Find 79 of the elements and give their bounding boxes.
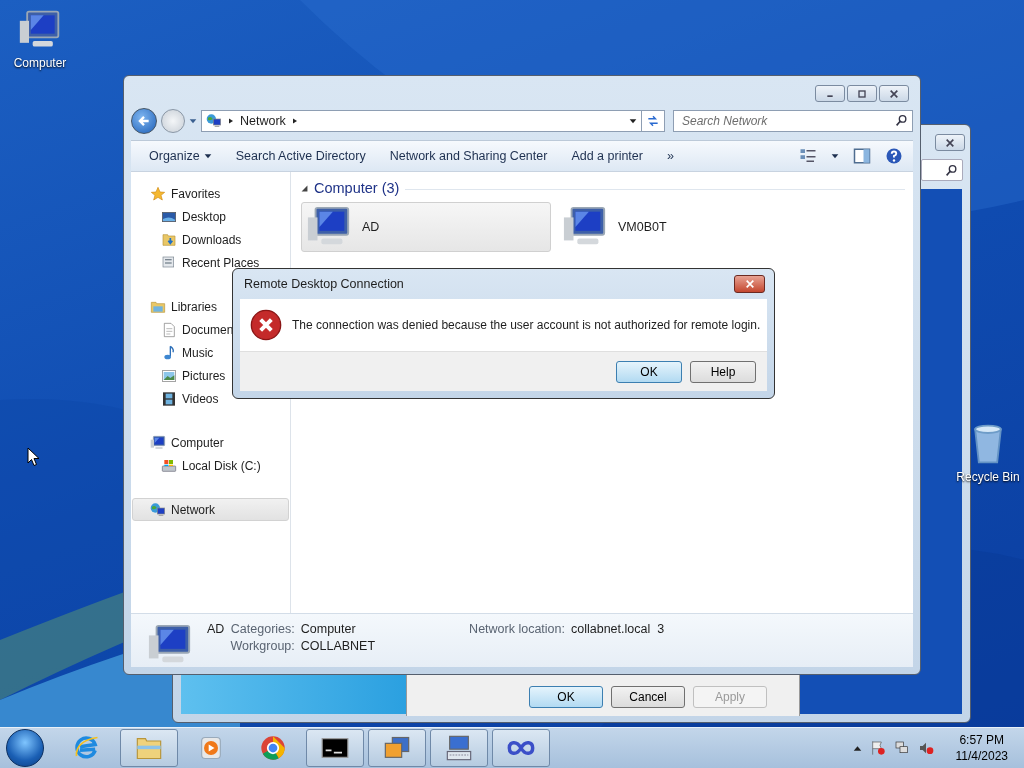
refresh-button[interactable] <box>641 110 665 132</box>
dialog-button[interactable]: OK <box>616 360 682 383</box>
pictures-icon <box>161 367 177 384</box>
taskbar-app[interactable] <box>306 729 364 767</box>
show-hidden-icon <box>852 743 862 753</box>
field-value: Computer <box>300 622 357 636</box>
restore-icon <box>857 89 867 98</box>
computer-tile[interactable]: AD <box>301 202 551 252</box>
chevron-icon <box>228 117 234 125</box>
network-icon <box>206 113 222 129</box>
caret-icon <box>203 152 212 160</box>
nav-item[interactable]: Favorites <box>132 182 289 205</box>
view-options-icon <box>799 147 817 165</box>
start-button[interactable] <box>6 729 44 767</box>
computer-icon <box>150 434 166 451</box>
dialog-button[interactable]: Cancel <box>611 686 685 708</box>
desktop-icon-label[interactable]: Computer <box>13 56 67 70</box>
network-icon <box>150 501 166 518</box>
maximize-button[interactable] <box>847 85 877 102</box>
recent-places-icon <box>161 254 177 271</box>
close-icon <box>888 88 900 99</box>
close-icon <box>944 137 956 148</box>
search-field[interactable] <box>921 159 963 181</box>
network-status-icon <box>893 740 910 756</box>
nav-item[interactable]: Recent Places <box>132 251 289 274</box>
clock-time[interactable]: 6:57 PM <box>959 732 1005 748</box>
toolbar-button[interactable]: » <box>660 146 680 166</box>
caret-icon <box>831 152 839 160</box>
field-label: Workgroup: <box>230 639 295 653</box>
arrow-left-icon <box>137 114 151 128</box>
error-message: The connection was denied because the user account is not authorized for remote login. <box>292 318 761 332</box>
error-icon <box>250 309 282 341</box>
toolbar-button[interactable]: Search Active Directory <box>229 146 372 166</box>
item-name: AD <box>207 622 225 636</box>
minimize-button[interactable] <box>815 85 845 102</box>
nav-item[interactable]: Computer <box>132 431 289 454</box>
flag-icon <box>869 740 886 756</box>
breadcrumb[interactable]: Network <box>240 114 286 128</box>
monitor-keyboard-icon <box>445 734 473 762</box>
nav-item[interactable]: Local Disk (C:) <box>132 454 289 477</box>
close-button[interactable] <box>734 275 765 293</box>
group-header[interactable]: Computer (3) <box>314 180 400 196</box>
dialog-title: Remote Desktop Connection <box>244 277 404 291</box>
refresh-icon <box>646 114 660 128</box>
toolbar-button[interactable]: Add a printer <box>565 146 649 166</box>
search-field[interactable]: Search Network <box>673 110 913 132</box>
field-label: Categories: <box>230 622 295 636</box>
toolbar-button[interactable]: Network and Sharing Center <box>383 146 554 166</box>
close-button[interactable] <box>935 134 965 151</box>
dialog-button[interactable]: Help <box>690 360 756 383</box>
music-note-icon <box>161 344 177 361</box>
star-icon <box>150 185 166 202</box>
help-icon <box>885 147 903 165</box>
nav-item[interactable]: Downloads <box>132 228 289 251</box>
computer-tile[interactable]: VM0B0T <box>557 202 807 252</box>
address-bar[interactable]: Network <box>201 110 642 132</box>
nav-item[interactable]: Desktop <box>132 205 289 228</box>
collapse-icon <box>301 184 308 192</box>
close-button[interactable] <box>879 85 909 102</box>
browser-icon <box>259 734 287 762</box>
field-label: Network location: <box>469 622 565 636</box>
cursor-icon <box>27 447 40 467</box>
document-icon <box>161 321 177 338</box>
toolbar-button[interactable]: Organize <box>143 146 218 166</box>
folder-download-icon <box>161 231 177 248</box>
film-icon <box>161 390 177 407</box>
search-icon <box>945 163 958 177</box>
volume-muted-icon <box>917 740 934 756</box>
clock-date[interactable]: 11/4/2023 <box>955 748 1008 764</box>
drive-icon <box>161 457 177 474</box>
field-value: COLLABNET <box>300 639 376 653</box>
field-value: collabnet.local 3 <box>571 622 665 636</box>
dialog-button[interactable]: OK <box>529 686 603 708</box>
search-icon <box>895 114 908 127</box>
back-button[interactable] <box>131 108 157 134</box>
close-icon <box>743 279 756 289</box>
preview-pane-icon <box>853 147 871 165</box>
nav-item[interactable]: Network <box>132 498 289 521</box>
chevron-icon <box>291 117 298 125</box>
